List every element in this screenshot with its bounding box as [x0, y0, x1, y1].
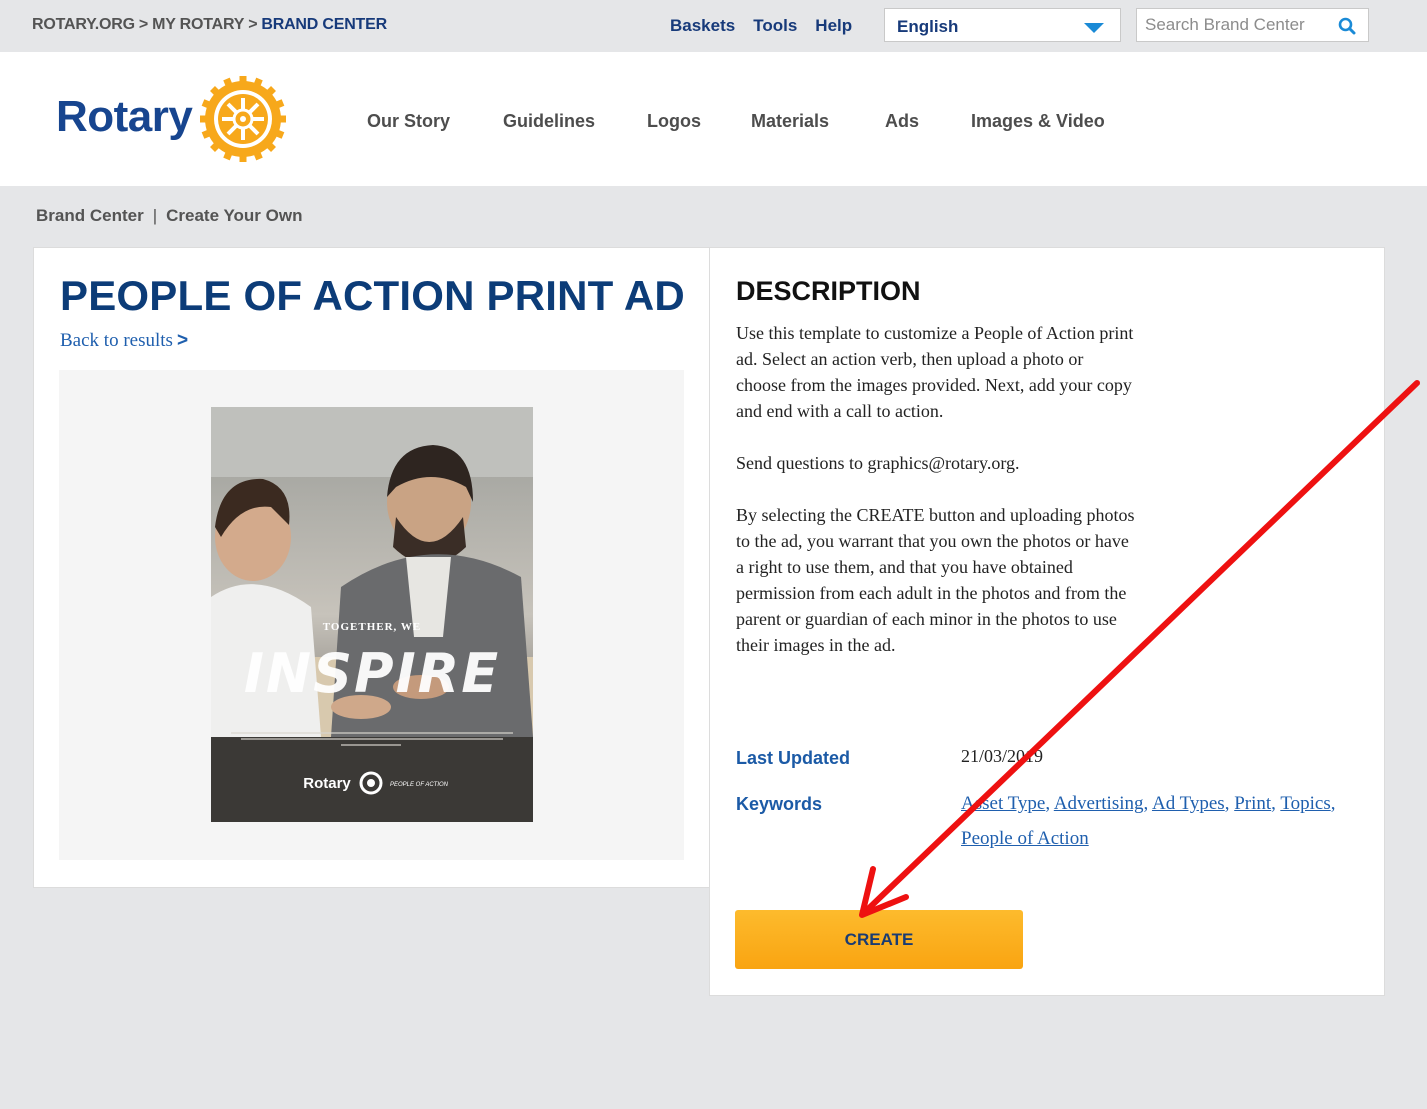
search-icon[interactable]: [1338, 17, 1356, 40]
logo-wordmark: Rotary: [56, 92, 193, 141]
keyword-link[interactable]: Print: [1234, 793, 1271, 814]
keywords-label: Keywords: [736, 794, 823, 814]
breadcrumb-separator: |: [152, 206, 158, 225]
description-paragraph: By selecting the CREATE button and uploa…: [736, 505, 1135, 655]
page-breadcrumb-brand-center[interactable]: Brand Center: [36, 206, 144, 225]
description-paragraph: Send questions to graphics@rotary.org.: [736, 453, 1020, 473]
back-to-results-link[interactable]: Back to results >: [60, 330, 188, 352]
tools-link[interactable]: Tools: [753, 16, 797, 35]
nav-our-story[interactable]: Our Story: [367, 111, 450, 132]
last-updated-value: 21/03/2019: [961, 746, 1044, 766]
nav-materials[interactable]: Materials: [751, 111, 829, 132]
description-body: Use this template to customize a People …: [736, 320, 1136, 684]
search-box: [1136, 8, 1369, 42]
site-header: Rotary Our Story Guidelines Logos Materi…: [0, 52, 1427, 186]
nav-logos[interactable]: Logos: [647, 111, 701, 132]
ad-tagline: PEOPLE OF ACTION: [390, 782, 449, 788]
ad-small-headline: TOGETHER, WE: [323, 621, 421, 633]
keyword-link[interactable]: Topics: [1280, 793, 1330, 814]
keywords-list: Asset Type, Advertising, Ad Types, Print…: [961, 793, 1336, 849]
asset-panel: PEOPLE OF ACTION PRINT AD Back to result…: [33, 247, 710, 888]
keyword-link[interactable]: Ad Types: [1152, 793, 1225, 814]
nav-images-video[interactable]: Images & Video: [971, 111, 1105, 132]
nav-ads[interactable]: Ads: [885, 111, 919, 132]
chevron-right-icon: >: [176, 330, 189, 351]
description-heading: DESCRIPTION: [736, 276, 921, 306]
ad-brand: Rotary: [303, 775, 351, 792]
chevron-down-icon: [1084, 23, 1104, 33]
asset-preview: TOGETHER, WE INSPIRE Rotary PEOPLE OF AC…: [59, 370, 684, 860]
breadcrumb-separator: >: [138, 16, 149, 33]
utility-links: Baskets Tools Help: [670, 16, 870, 36]
page-title: PEOPLE OF ACTION PRINT AD: [60, 272, 685, 319]
ad-preview-image[interactable]: TOGETHER, WE INSPIRE Rotary PEOPLE OF AC…: [211, 407, 533, 822]
keyword-link[interactable]: People of Action: [961, 828, 1089, 849]
last-updated-label: Last Updated: [736, 748, 851, 768]
language-select[interactable]: English: [884, 8, 1121, 42]
breadcrumb-separator: >: [248, 16, 258, 33]
search-input[interactable]: [1137, 9, 1335, 41]
rotary-wheel-icon: [200, 76, 286, 162]
page-breadcrumb: Brand Center | Create Your Own: [36, 206, 302, 226]
top-breadcrumb: ROTARY.ORG > MY ROTARY > BRAND CENTER: [32, 16, 387, 34]
description-paragraph: Use this template to customize a People …: [736, 323, 1134, 421]
back-link-label: Back to results: [60, 330, 173, 351]
keyword-link[interactable]: Advertising: [1054, 793, 1144, 814]
baskets-link[interactable]: Baskets: [670, 16, 735, 35]
nav-guidelines[interactable]: Guidelines: [503, 111, 595, 132]
breadcrumb-rotary-org[interactable]: ROTARY.ORG: [32, 16, 135, 33]
breadcrumb-my-rotary[interactable]: MY ROTARY: [152, 16, 244, 33]
page-breadcrumb-create-your-own[interactable]: Create Your Own: [166, 206, 302, 225]
create-button[interactable]: CREATE: [735, 910, 1023, 969]
language-select-value: English: [897, 17, 959, 36]
ad-big-headline: INSPIRE: [244, 642, 500, 705]
help-link[interactable]: Help: [815, 16, 852, 35]
description-panel: DESCRIPTION Use this template to customi…: [709, 247, 1385, 996]
top-utility-bar: ROTARY.ORG > MY ROTARY > BRAND CENTER Basket…: [0, 0, 1427, 52]
breadcrumb-brand-center[interactable]: BRAND CENTER: [261, 16, 387, 33]
keyword-link[interactable]: Asset Type: [961, 793, 1045, 814]
